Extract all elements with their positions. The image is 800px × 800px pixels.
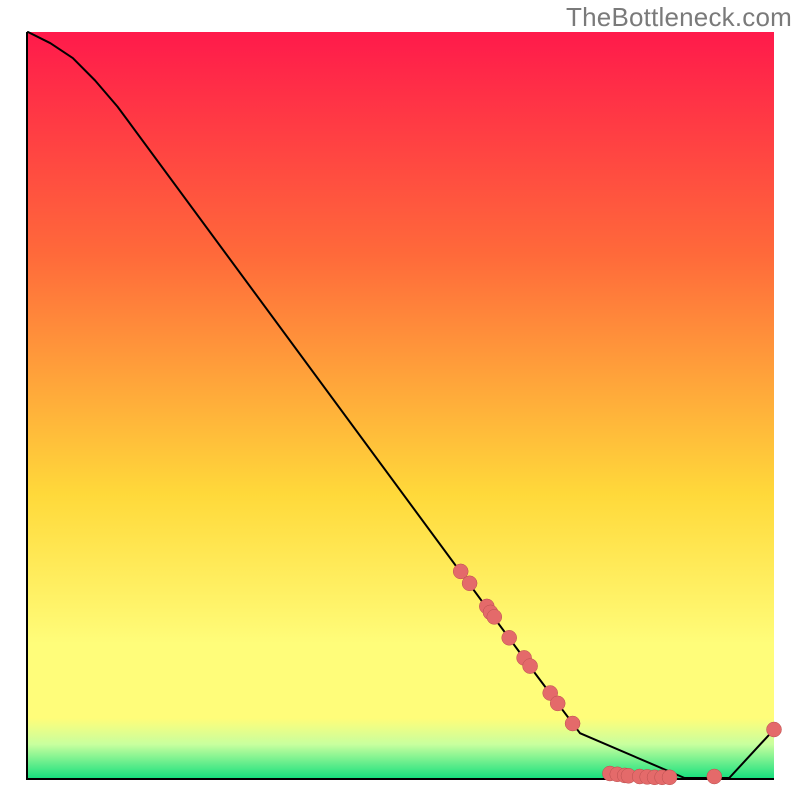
data-point xyxy=(550,696,565,711)
data-point xyxy=(662,770,677,785)
plot-area xyxy=(26,32,774,780)
data-point xyxy=(767,722,782,737)
data-point xyxy=(487,609,502,624)
data-point xyxy=(523,659,538,674)
data-point xyxy=(707,769,722,784)
data-point xyxy=(502,630,517,645)
foreground-layer xyxy=(28,32,774,778)
watermark-text: TheBottleneck.com xyxy=(566,2,792,33)
chart-frame: TheBottleneck.com xyxy=(0,0,800,800)
data-point xyxy=(565,716,580,731)
data-point xyxy=(462,576,477,591)
bottleneck-curve xyxy=(28,32,774,778)
data-points xyxy=(453,564,781,785)
